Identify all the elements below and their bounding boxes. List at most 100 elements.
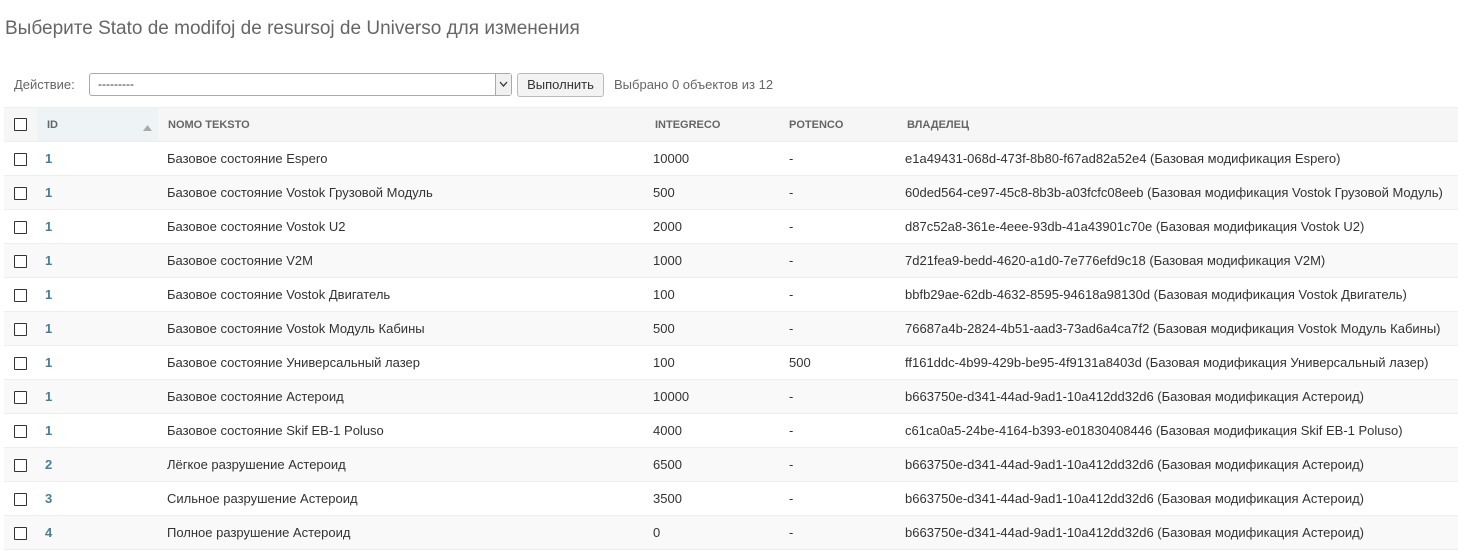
chevron-down-icon[interactable]	[495, 74, 511, 95]
column-header-integreco[interactable]: INTEGRECO	[643, 107, 778, 142]
row-id-link[interactable]: 1	[37, 151, 52, 166]
action-select[interactable]: ---------	[89, 73, 512, 96]
row-checkbox[interactable]	[14, 493, 27, 507]
admin-changelist-page: Выберите Stato de modifoj de resursoj de…	[0, 0, 1458, 552]
cell-id: 1	[37, 209, 158, 244]
cell-nomo: Базовое состояние V2M	[158, 243, 643, 278]
column-header-owner[interactable]: ВЛАДЕЛЕЦ	[896, 107, 1458, 142]
row-select-cell	[4, 345, 37, 380]
row-id-link[interactable]: 1	[37, 253, 52, 268]
row-select-cell	[4, 413, 37, 448]
row-checkbox[interactable]	[14, 391, 27, 405]
cell-integreco: 10000	[643, 379, 778, 414]
table-row: 4 Полное разрушение Астероид 0- b663750e-d3…	[4, 515, 1458, 550]
cell-nomo: Базовое состояние Универсальный лазер	[158, 345, 643, 380]
sort-up-icon[interactable]	[143, 122, 152, 134]
table-row: 1 Базовое состояние Vostok Грузовой Модул…	[4, 175, 1458, 210]
table-row: 1 Базовое состояние Vostok Модуль Кабины 5…	[4, 311, 1458, 346]
cell-potenco: -	[778, 175, 896, 210]
cell-id: 1	[37, 277, 158, 312]
table-row: 2 Лёгкое разрушение Астероид 6500- b663750e…	[4, 447, 1458, 482]
column-header-label[interactable]: ВЛАДЕЛЕЦ	[907, 119, 969, 131]
cell-integreco: 6500	[643, 447, 778, 482]
results-table: ID NOMO TEKSTO INTEGRECO POTENCO ВЛАДЕЛЕ…	[4, 107, 1458, 550]
run-action-button[interactable]: Выполнить	[517, 73, 604, 97]
cell-potenco: -	[778, 447, 896, 482]
row-select-cell	[4, 447, 37, 482]
row-checkbox[interactable]	[14, 153, 27, 167]
row-id-link[interactable]: 3	[37, 491, 52, 506]
row-id-link[interactable]: 1	[37, 321, 52, 336]
selection-counter: Выбрано 0 объектов из 12	[614, 77, 774, 92]
cell-potenco: 500	[778, 345, 896, 380]
row-select-cell	[4, 243, 37, 278]
column-header-potenco[interactable]: POTENCO	[778, 107, 896, 142]
row-id-link[interactable]: 1	[37, 185, 52, 200]
row-checkbox[interactable]	[14, 255, 27, 269]
cell-owner: d87c52a8-361e-4eee-93db-41a43901c70e (Ба…	[896, 209, 1458, 244]
column-header-label[interactable]: NOMO TEKSTO	[168, 119, 250, 131]
cell-id: 1	[37, 311, 158, 346]
column-header-id[interactable]: ID	[37, 107, 158, 142]
column-header-nomo[interactable]: NOMO TEKSTO	[158, 107, 643, 142]
cell-integreco: 2000	[643, 209, 778, 244]
column-header-label[interactable]: INTEGRECO	[655, 119, 720, 131]
row-id-link[interactable]: 1	[37, 287, 52, 302]
table-row: 1 Базовое состояние Универсальный лазер 10…	[4, 345, 1458, 380]
cell-owner: bbfb29ae-62db-4632-8595-94618a98130d (Ба…	[896, 277, 1458, 312]
row-checkbox[interactable]	[14, 221, 27, 235]
cell-owner: b663750e-d341-44ad-9ad1-10a412dd32d6 (Ба…	[896, 515, 1458, 550]
row-id-link[interactable]: 1	[37, 219, 52, 234]
row-checkbox[interactable]	[14, 187, 27, 201]
row-id-link[interactable]: 1	[37, 389, 52, 404]
cell-owner: b663750e-d341-44ad-9ad1-10a412dd32d6 (Ба…	[896, 379, 1458, 414]
column-header-label[interactable]: POTENCO	[789, 119, 843, 131]
row-id-link[interactable]: 1	[37, 355, 52, 370]
cell-integreco: 500	[643, 311, 778, 346]
cell-owner: ff161ddc-4b99-429b-be95-4f9131a8403d (Ба…	[896, 345, 1458, 380]
cell-id: 1	[37, 413, 158, 448]
cell-owner: 76687a4b-2824-4b51-aad3-73ad6a4ca7f2 (Ба…	[896, 311, 1458, 346]
results-table-container: ID NOMO TEKSTO INTEGRECO POTENCO ВЛАДЕЛЕ…	[4, 107, 1458, 550]
row-checkbox[interactable]	[14, 425, 27, 439]
cell-id: 4	[37, 515, 158, 550]
cell-integreco: 3500	[643, 481, 778, 516]
row-select-cell	[4, 209, 37, 244]
cell-nomo: Полное разрушение Астероид	[158, 515, 643, 550]
row-checkbox[interactable]	[14, 357, 27, 371]
cell-owner: 60ded564-ce97-45c8-8b3b-a03fcfc08eeb (Ба…	[896, 175, 1458, 210]
cell-id: 1	[37, 141, 158, 176]
cell-integreco: 100	[643, 345, 778, 380]
column-header-label[interactable]: ID	[47, 119, 58, 131]
cell-nomo: Лёгкое разрушение Астероид	[158, 447, 643, 482]
cell-owner: e1a49431-068d-473f-8b80-f67ad82a52e4 (Ба…	[896, 141, 1458, 176]
row-checkbox[interactable]	[14, 289, 27, 303]
cell-id: 1	[37, 379, 158, 414]
action-label: Действие:	[14, 77, 75, 92]
cell-integreco: 0	[643, 515, 778, 550]
cell-potenco: -	[778, 413, 896, 448]
cell-potenco: -	[778, 379, 896, 414]
cell-nomo: Базовое состояние Астероид	[158, 379, 643, 414]
row-checkbox[interactable]	[14, 527, 27, 541]
row-checkbox[interactable]	[14, 323, 27, 337]
select-all-checkbox[interactable]	[14, 118, 27, 131]
select-all-cell	[4, 107, 37, 142]
cell-nomo: Базовое состояние Skif EB-1 Poluso	[158, 413, 643, 448]
row-select-cell	[4, 379, 37, 414]
cell-potenco: -	[778, 277, 896, 312]
row-checkbox[interactable]	[14, 459, 27, 473]
cell-nomo: Сильное разрушение Астероид	[158, 481, 643, 516]
cell-integreco: 10000	[643, 141, 778, 176]
row-id-link[interactable]: 1	[37, 423, 52, 438]
cell-potenco: -	[778, 311, 896, 346]
cell-potenco: -	[778, 481, 896, 516]
row-select-cell	[4, 175, 37, 210]
table-header-row: ID NOMO TEKSTO INTEGRECO POTENCO ВЛАДЕЛЕ…	[4, 107, 1458, 142]
cell-nomo: Базовое состояние Vostok U2	[158, 209, 643, 244]
row-select-cell	[4, 277, 37, 312]
row-id-link[interactable]: 2	[37, 457, 52, 472]
table-row: 1 Базовое состояние Espero 10000- e1a49431-…	[4, 141, 1458, 176]
cell-id: 1	[37, 175, 158, 210]
row-id-link[interactable]: 4	[37, 525, 52, 540]
